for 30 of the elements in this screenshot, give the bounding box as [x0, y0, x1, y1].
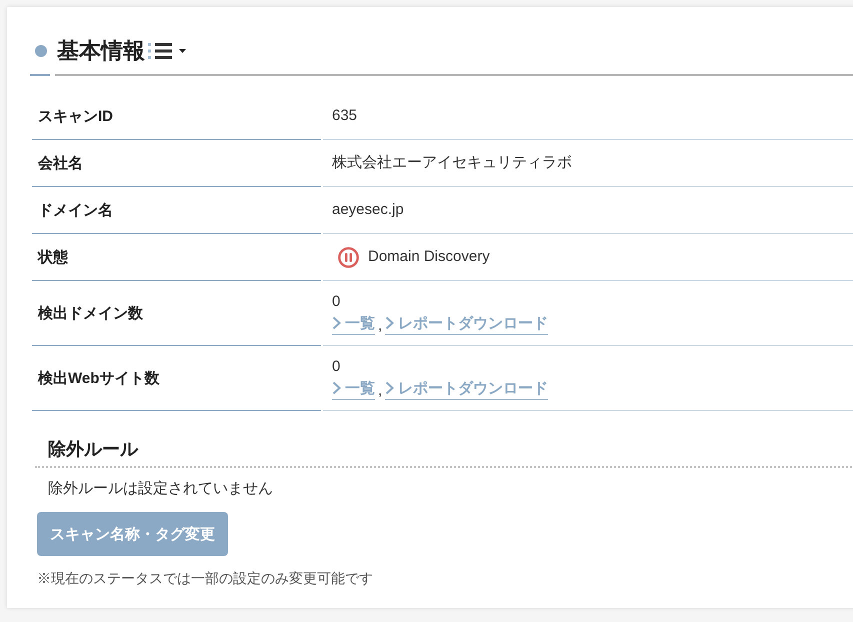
count-value: 0: [332, 356, 342, 376]
chevron-icon: [385, 381, 394, 395]
field-label: スキャンID: [38, 106, 113, 126]
list-icon[interactable]: [148, 42, 172, 60]
field-value: 635: [332, 106, 358, 126]
report-download-link[interactable]: レポートダウンロード: [385, 378, 548, 400]
link-separator: ,: [378, 316, 382, 334]
chevron-icon: [332, 381, 341, 395]
report-download-link[interactable]: レポートダウンロード: [385, 314, 548, 334]
chevron-icon: [385, 316, 394, 330]
field-label: 会社名: [38, 154, 83, 172]
list-link[interactable]: 一覧: [332, 378, 375, 400]
field-label: ドメイン名: [38, 200, 113, 220]
list-link[interactable]: 一覧: [332, 314, 375, 334]
bullet-dot-icon: [35, 45, 47, 57]
field-label: 状態: [38, 248, 68, 266]
status-text: Domain Discovery: [368, 247, 490, 267]
exclusion-rules-heading: 除外ルール: [35, 438, 853, 468]
field-value: 株式会社エーアイセキュリティラボ: [332, 153, 573, 173]
edit-name-tag-button[interactable]: スキャン名称・タグ変更: [37, 512, 228, 556]
chevron-icon: [332, 316, 341, 330]
link-separator: ,: [378, 382, 382, 400]
field-label: 検出Webサイト数: [38, 368, 160, 388]
exclusion-rules-message: 除外ルールは設定されていません: [48, 479, 274, 499]
section-title: 基本情報: [57, 39, 145, 63]
count-value: 0: [332, 292, 342, 312]
field-value: aeyesec.jp: [332, 200, 405, 220]
status-note: ※現在のステータスでは一部の設定のみ変更可能です: [37, 570, 374, 588]
caret-icon[interactable]: [179, 49, 186, 53]
field-label: 検出ドメイン数: [38, 304, 143, 322]
